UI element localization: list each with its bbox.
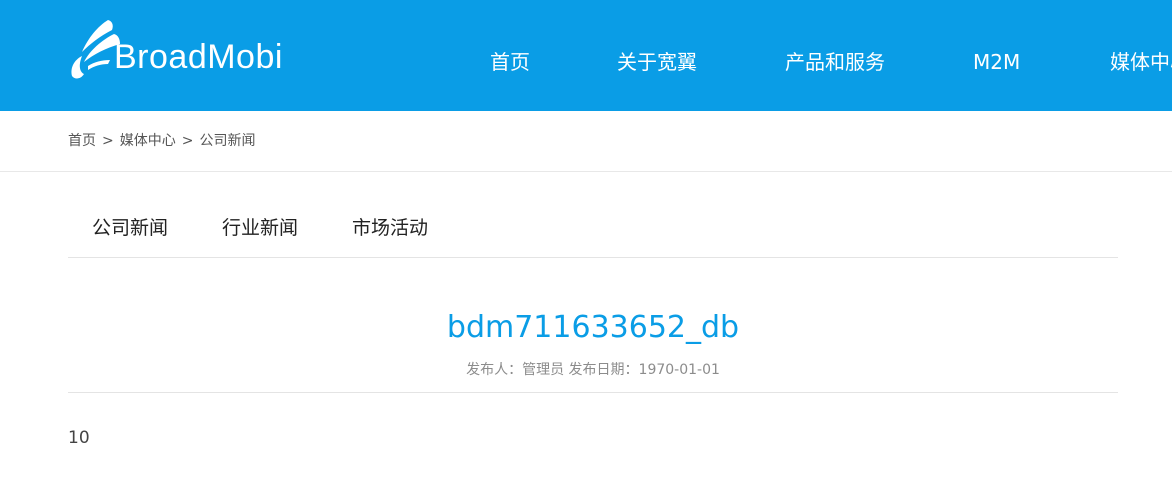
site-header: BroadMobi 首页 关于宽翼 产品和服务 M2M 媒体中心 [0,0,1172,111]
nav-item-products[interactable]: 产品和服务 [785,49,885,75]
nav-item-home[interactable]: 首页 [490,49,530,75]
tab-market-events[interactable]: 市场活动 [352,215,428,241]
breadcrumb-media[interactable]: 媒体中心 [120,133,176,149]
nav-item-media[interactable]: 媒体中心 [1110,49,1172,75]
logo-text: BroadMobi [114,37,283,76]
nav-item-m2m[interactable]: M2M [973,49,1020,75]
breadcrumb-company-news[interactable]: 公司新闻 [199,133,255,149]
article-title: bdm711633652_db [446,310,740,345]
article-meta: 发布人：管理员 发布日期：1970-01-01 [466,362,720,378]
article-body: 10 [68,428,90,448]
breadcrumb-home[interactable]: 首页 [68,133,96,149]
breadcrumb-separator: > [181,133,194,149]
tab-company-news[interactable]: 公司新闻 [92,215,168,241]
breadcrumb-divider [0,171,1172,172]
breadcrumb-separator: > [102,133,114,149]
article-divider [68,392,1118,393]
wing-logo-icon [71,20,120,79]
brand-logo[interactable]: BroadMobi [68,14,318,84]
category-tabs: 公司新闻 行业新闻 市场活动 [68,198,1118,258]
breadcrumb: 首页 > 媒体中心 > 公司新闻 [68,131,255,151]
nav-item-about[interactable]: 关于宽翼 [617,49,697,75]
tab-industry-news[interactable]: 行业新闻 [222,215,298,241]
